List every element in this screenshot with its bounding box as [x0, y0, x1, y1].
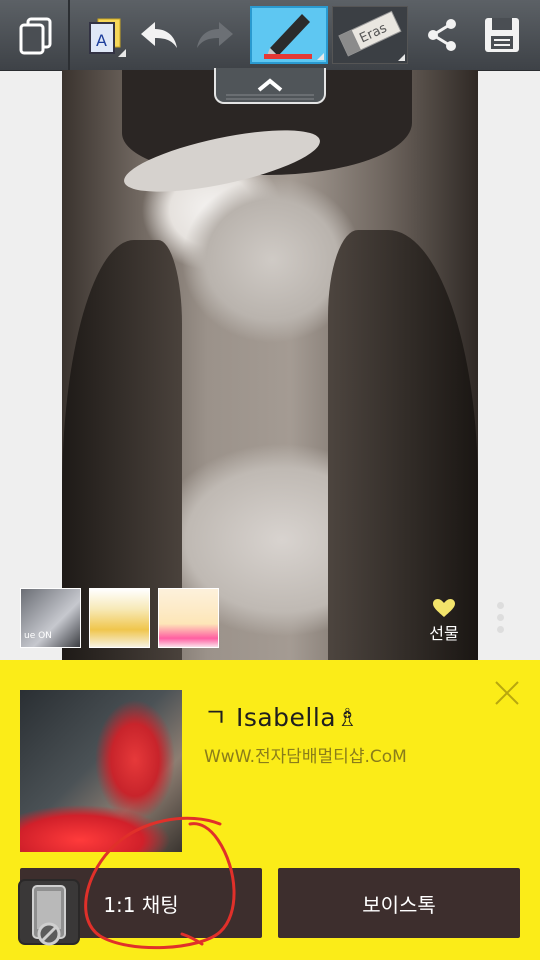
gift-label: 선물: [429, 624, 459, 643]
voice-button-label: 보이스톡: [362, 892, 436, 917]
profile-background-photo[interactable]: [62, 70, 478, 660]
handle-grip: [226, 98, 314, 100]
pen-options-indicator: [317, 53, 324, 60]
chevron-up-icon: [257, 78, 283, 92]
heart-gift-icon: [433, 599, 455, 617]
chat-button-label: 1:1 채팅: [103, 892, 179, 917]
eraser-options-indicator: [398, 54, 405, 61]
svg-text:A: A: [96, 31, 107, 50]
photo-thumbnails: ue ON: [20, 588, 219, 648]
photo-shape: [328, 230, 478, 660]
redo-icon[interactable]: [190, 0, 240, 70]
profile-name: ㄱ Isabella♗: [204, 703, 360, 732]
eraser-tool-button[interactable]: Eras: [332, 6, 408, 64]
sticker-thumbnail[interactable]: [158, 588, 219, 648]
profile-avatar[interactable]: [20, 690, 182, 852]
profile-panel: ㄱ Isabella♗ WwW.전자담배멀티샵.CoM 1:1 채팅 보이스톡: [0, 660, 540, 960]
copy-pages-icon[interactable]: [8, 0, 64, 70]
more-vertical-icon[interactable]: [497, 602, 507, 638]
profile-status-message: WwW.전자담배멀티샵.CoM: [204, 747, 407, 767]
photo-thumbnail[interactable]: ue ON: [20, 588, 81, 648]
text-background-icon[interactable]: A: [80, 0, 130, 70]
share-icon[interactable]: [414, 0, 470, 70]
save-icon[interactable]: [474, 0, 530, 70]
eraser-icon: Eras: [338, 10, 402, 57]
gift-button[interactable]: 선물: [423, 598, 465, 644]
drawing-toolbar: A Eras: [0, 0, 540, 71]
voice-talk-button[interactable]: 보이스톡: [278, 868, 520, 938]
handle-grip: [226, 94, 314, 96]
no-phone-icon: [18, 879, 80, 946]
toolbar-collapse-handle[interactable]: [214, 68, 326, 104]
product-thumbnail[interactable]: [89, 588, 150, 648]
close-icon[interactable]: [494, 680, 520, 706]
undo-icon[interactable]: [134, 0, 184, 70]
thumbnail-overlay-text: ue ON: [24, 631, 52, 641]
pen-icon: [264, 14, 312, 59]
pen-tool-button[interactable]: [250, 6, 328, 64]
toolbar-divider: [68, 0, 70, 70]
